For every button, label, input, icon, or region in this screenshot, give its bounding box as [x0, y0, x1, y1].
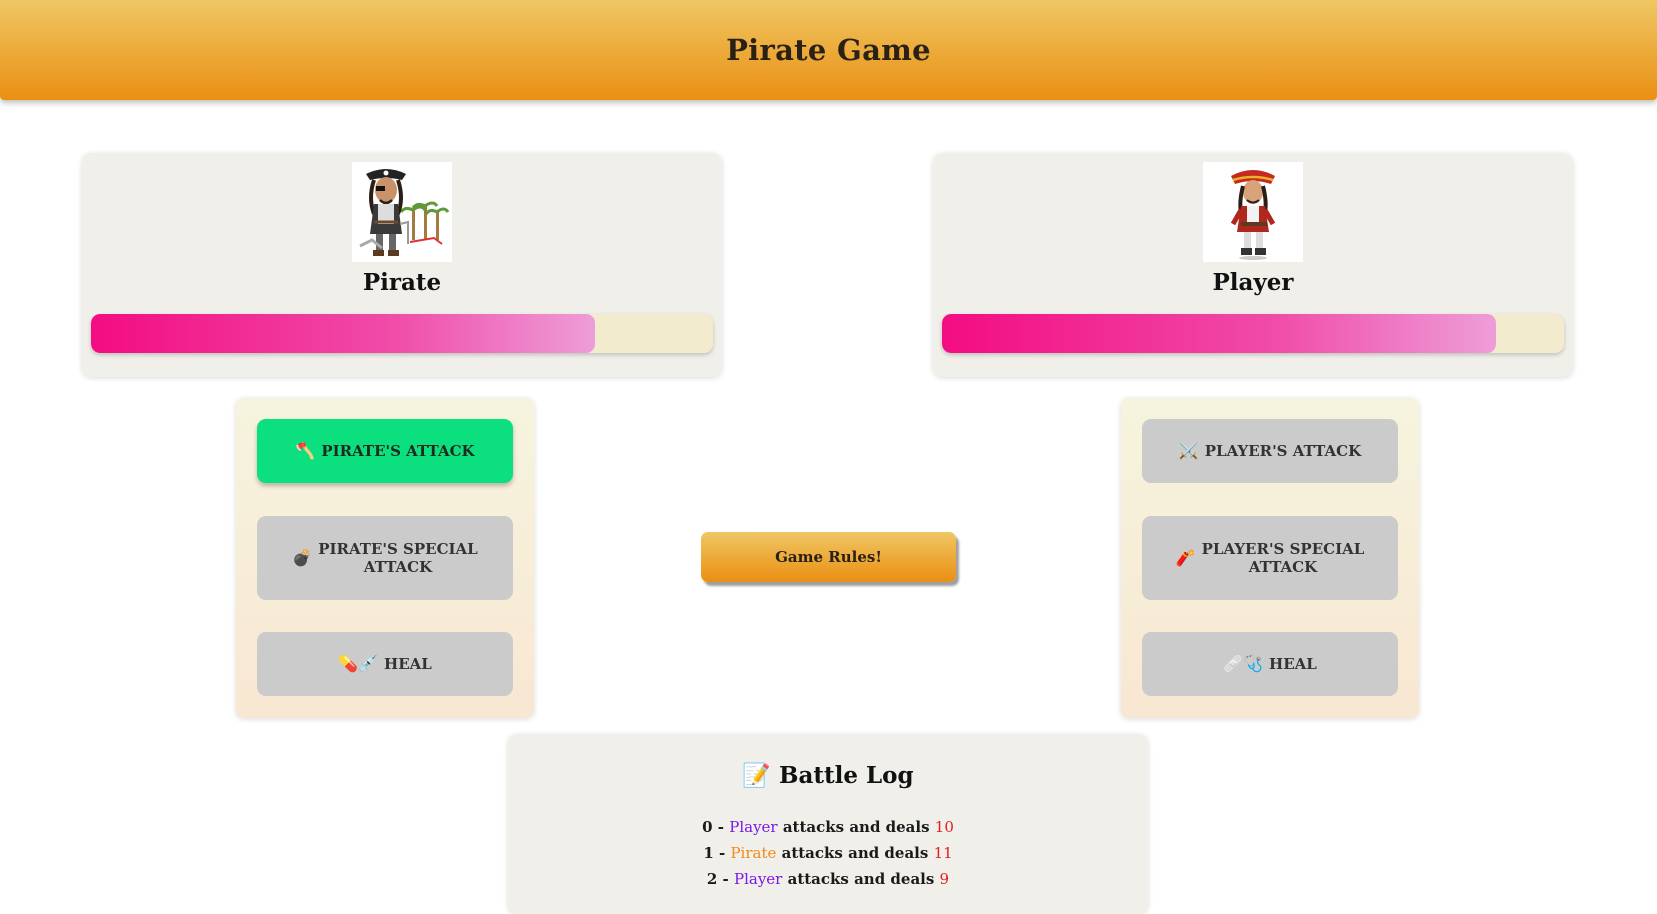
- player-action-panel: ⚔️ PLAYER'S ATTACK 🧨 PLAYER'S SPECIAL AT…: [1121, 398, 1419, 718]
- pirate-attack-label: PIRATE'S ATTACK: [321, 442, 475, 460]
- log-entry-actor: Player: [734, 870, 783, 888]
- game-rules-button[interactable]: Game Rules!: [701, 532, 956, 582]
- pirate-action-panel: 🪓 PIRATE'S ATTACK 💣 PIRATE'S SPECIAL ATT…: [236, 398, 534, 718]
- player-special-label-line2: ATTACK: [1248, 558, 1318, 576]
- pirate-heal-button[interactable]: 💊💉 HEAL: [257, 632, 513, 696]
- pirate-name: Pirate: [362, 269, 442, 296]
- player-special-attack-button[interactable]: 🧨 PLAYER'S SPECIAL ATTACK: [1142, 516, 1398, 600]
- pirate-special-attack-button[interactable]: 💣 PIRATE'S SPECIAL ATTACK: [257, 516, 513, 600]
- log-entry-actor: Pirate: [730, 844, 777, 862]
- log-entry: 0 - Player attacks and deals 10: [702, 818, 954, 836]
- pirate-special-label-line2: ATTACK: [363, 558, 433, 576]
- player-heal-button[interactable]: 🩹🩺 HEAL: [1142, 632, 1398, 696]
- page-title: Pirate Game: [726, 33, 931, 67]
- pirate-card: Pirate: [82, 153, 722, 377]
- player-card: Player: [933, 153, 1573, 377]
- pirate-special-label-line1: PIRATE'S SPECIAL: [318, 540, 478, 558]
- player-health-bar: [942, 314, 1564, 353]
- log-entry-actor: Player: [729, 818, 778, 836]
- player-heal-label: HEAL: [1269, 655, 1317, 673]
- crossed-swords-icon: ⚔️: [1178, 441, 1199, 460]
- header-bar: Pirate Game: [0, 0, 1657, 100]
- memo-icon: 📝: [742, 762, 772, 789]
- log-entry-text: attacks and deals: [781, 844, 929, 862]
- log-entry-text: attacks and deals: [787, 870, 935, 888]
- log-entry-index: 2: [706, 870, 718, 888]
- player-name: Player: [1212, 269, 1294, 296]
- pirate-avatar: [352, 162, 452, 262]
- player-attack-label: PLAYER'S ATTACK: [1204, 442, 1362, 460]
- axe-icon: 🪓: [295, 441, 316, 460]
- log-entry-damage: 10: [934, 818, 954, 836]
- log-entry-text: attacks and deals: [782, 818, 930, 836]
- pill-syringe-icon: 💊💉: [338, 654, 379, 673]
- firecracker-icon: 🧨: [1175, 548, 1196, 567]
- pirate-health-bar: [91, 314, 713, 353]
- pirate-character-icon: [359, 169, 450, 256]
- battle-log-list: 0 - Player attacks and deals 10 1 - Pira…: [508, 814, 1148, 892]
- player-special-label-line1: PLAYER'S SPECIAL: [1201, 540, 1365, 558]
- battle-log-heading: 📝 Battle Log: [508, 762, 1148, 789]
- battle-log-title: Battle Log: [779, 762, 914, 789]
- log-entry: 1 - Pirate attacks and deals 11: [703, 844, 953, 862]
- pirate-health-fill: [91, 314, 595, 353]
- bandage-stethoscope-icon: 🩹🩺: [1223, 654, 1264, 673]
- player-avatar: [1203, 162, 1303, 262]
- player-captain-icon: [1230, 170, 1276, 260]
- player-attack-button[interactable]: ⚔️ PLAYER'S ATTACK: [1142, 419, 1398, 483]
- log-entry-index: 1: [703, 844, 714, 862]
- log-entry-damage: 11: [933, 844, 953, 862]
- battle-log-panel: 📝 Battle Log 0 - Player attacks and deal…: [508, 734, 1148, 914]
- bomb-icon: 💣: [292, 548, 313, 567]
- pirate-attack-button[interactable]: 🪓 PIRATE'S ATTACK: [257, 419, 513, 483]
- log-entry-index: 0: [702, 818, 713, 836]
- log-entry-damage: 9: [939, 870, 950, 888]
- pirate-heal-label: HEAL: [384, 655, 432, 673]
- player-health-fill: [942, 314, 1496, 353]
- log-entry: 2 - Player attacks and deals 9: [706, 870, 950, 888]
